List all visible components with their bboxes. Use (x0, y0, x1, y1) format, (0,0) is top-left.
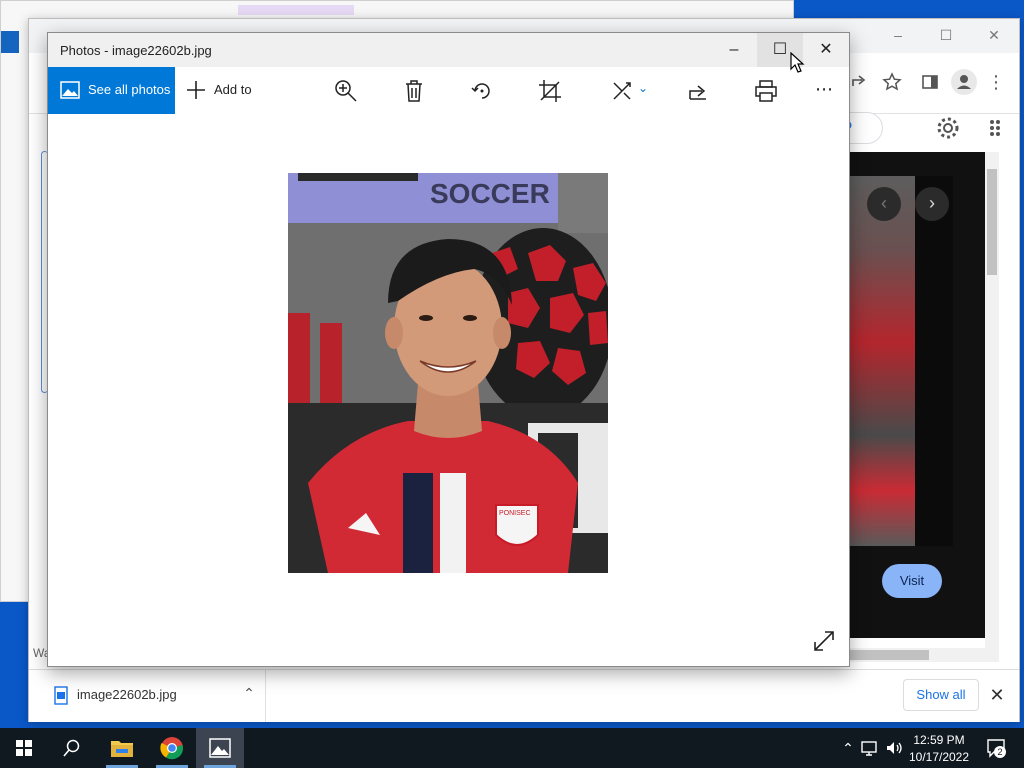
expand-fullscreen-icon[interactable] (812, 629, 836, 653)
apps-grid-icon[interactable] (989, 117, 1003, 139)
see-all-photos-button[interactable]: See all photos (48, 67, 175, 114)
side-panel-icon[interactable] (919, 71, 941, 93)
add-to-button[interactable]: Add to (186, 67, 266, 114)
browser-close-button[interactable]: ✕ (971, 19, 1017, 51)
taskbar: ⌃ 12:59 PM 10/17/2022 2 (0, 728, 1024, 768)
see-all-photos-label: See all photos (88, 82, 171, 97)
browser-maximize-button[interactable]: ☐ (923, 19, 969, 51)
download-file-name: image22602b.jpg (77, 687, 177, 702)
clock-date[interactable]: 10/17/2022 (904, 749, 974, 765)
show-all-button[interactable]: Show all (903, 679, 979, 711)
chrome-icon[interactable] (148, 728, 196, 768)
zoom-in-icon[interactable] (334, 79, 358, 103)
file-icon (53, 686, 69, 706)
more-options-icon[interactable]: ⋯ (812, 79, 836, 103)
horizontal-scrollbar-thumb[interactable] (849, 650, 929, 660)
close-button[interactable]: ✕ (803, 33, 849, 67)
plus-icon (186, 80, 206, 100)
window-title: Photos - image22602b.jpg (60, 43, 212, 58)
profile-avatar-icon[interactable] (951, 69, 977, 95)
notification-count-badge: 2 (994, 746, 1006, 758)
file-explorer-icon[interactable] (98, 728, 146, 768)
background-tab (238, 5, 354, 15)
minimize-button[interactable]: – (711, 33, 757, 67)
rotate-icon[interactable] (470, 79, 494, 103)
print-icon[interactable] (754, 79, 778, 103)
photo-image[interactable]: SOCCER PONISEC (288, 173, 608, 573)
background-accent (1, 31, 19, 53)
preview-photo-slice (849, 176, 915, 546)
photo-canvas: SOCCER PONISEC (48, 114, 849, 666)
volume-icon[interactable] (884, 738, 904, 758)
edit-create-icon[interactable] (610, 79, 634, 103)
start-button[interactable] (0, 728, 48, 768)
visit-button[interactable]: Visit (882, 564, 942, 598)
banner-soccer-text: SOCCER (430, 178, 550, 209)
preview-photo-dark (915, 176, 953, 546)
photos-title-bar[interactable]: Photos - image22602b.jpg – ☐ ✕ (48, 33, 849, 67)
previous-image-button[interactable]: ‹ (867, 187, 901, 221)
chevron-up-icon[interactable]: ⌃ (239, 685, 259, 705)
search-button[interactable] (48, 728, 96, 768)
mouse-cursor-icon (790, 51, 806, 74)
network-icon[interactable] (860, 738, 880, 758)
photos-app-icon[interactable] (196, 728, 244, 768)
notification-center-icon[interactable]: 2 (984, 738, 1010, 758)
photos-toolbar: See all photos Add to ⌄ ⋯ (48, 67, 849, 114)
clock-time[interactable]: 12:59 PM (904, 732, 974, 748)
share-icon[interactable] (849, 71, 871, 93)
close-download-bar-icon[interactable]: ✕ (985, 683, 1009, 707)
crop-icon[interactable] (538, 79, 562, 103)
chevron-down-icon[interactable]: ⌄ (638, 81, 652, 95)
next-image-button[interactable]: › (915, 187, 949, 221)
delete-trash-icon[interactable] (402, 79, 426, 103)
bookmark-star-icon[interactable] (881, 71, 903, 93)
vertical-scrollbar-thumb[interactable] (987, 169, 997, 275)
settings-gear-icon[interactable] (935, 115, 961, 141)
share-icon[interactable] (686, 79, 710, 103)
photos-app-window: Photos - image22602b.jpg – ☐ ✕ See all p… (47, 32, 850, 667)
download-item[interactable]: image22602b.jpg ⌃ (37, 670, 266, 722)
browser-minimize-button[interactable]: – (875, 19, 921, 51)
add-to-label: Add to (214, 82, 252, 97)
download-bar: image22602b.jpg ⌃ Show all ✕ (29, 669, 1019, 722)
gallery-icon (60, 81, 80, 99)
browser-menu-icon[interactable]: ⋮ (987, 71, 1005, 93)
jersey-badge-text: PONISEC (499, 510, 531, 517)
chevron-up-icon[interactable]: ⌃ (838, 738, 858, 758)
